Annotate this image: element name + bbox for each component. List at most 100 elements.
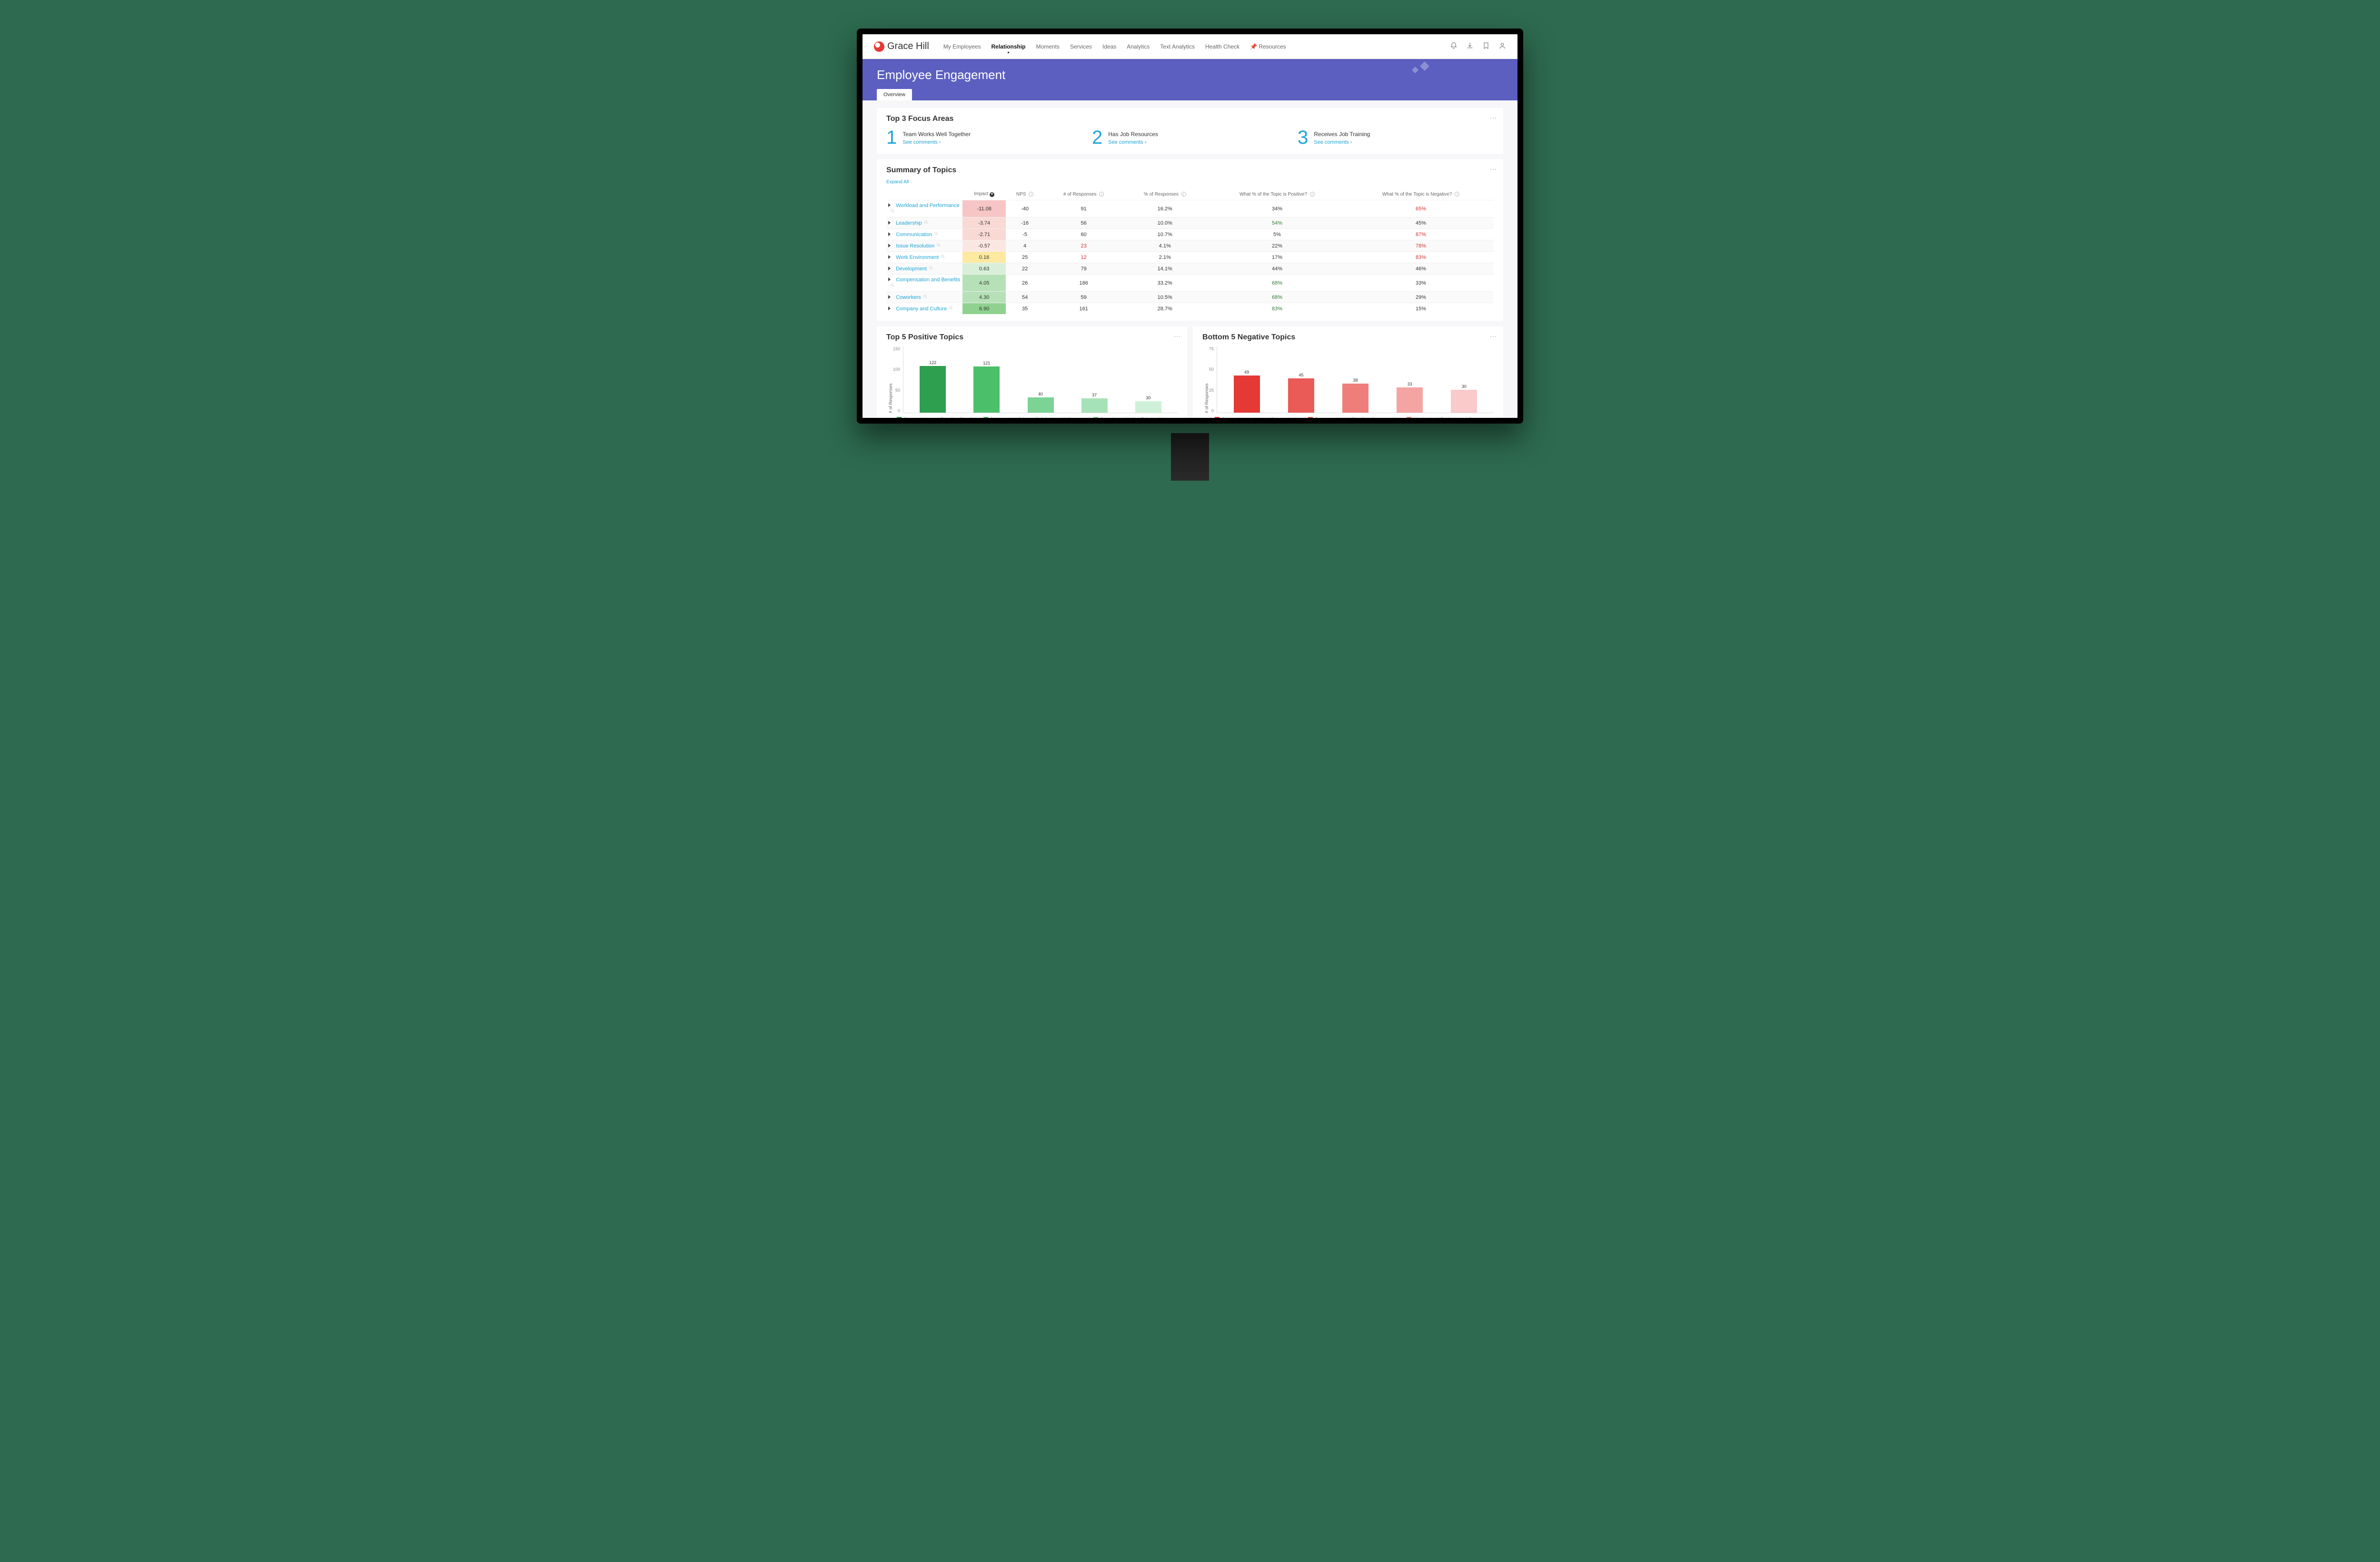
expand-row-icon[interactable] — [888, 255, 891, 259]
nav-item-ideas[interactable]: Ideas — [1102, 43, 1116, 50]
expand-row-icon[interactable] — [888, 221, 891, 225]
user-icon[interactable] — [1498, 42, 1506, 51]
expand-row-icon[interactable] — [888, 203, 891, 207]
col-header[interactable]: What % of the Topic is Positive? i — [1206, 188, 1348, 200]
table-row: Compensation and Benefits 4.05 26 186 33… — [886, 275, 1494, 292]
y-tick: 0 — [898, 408, 900, 413]
topic-link[interactable]: Compensation and Benefits — [896, 277, 960, 283]
legend-item[interactable]: Workload and Performance - Stress — [1407, 417, 1481, 418]
expand-all-link[interactable]: Expand All — [886, 179, 1494, 185]
pct-responses-cell: 10.7% — [1123, 229, 1206, 240]
legend-label: Company and Culture - Satisfaction with … — [990, 417, 1086, 418]
panel-menu-icon[interactable]: ⋮ — [1490, 166, 1497, 172]
bar[interactable]: 121 — [962, 361, 1011, 413]
col-header[interactable]: # of Responses i — [1044, 188, 1124, 200]
panel-menu-icon[interactable]: ⋮ — [1490, 333, 1497, 339]
nav-item-health-check[interactable]: Health Check — [1205, 43, 1240, 50]
topic-link[interactable]: Workload and Performance — [896, 203, 960, 208]
search-icon[interactable] — [936, 243, 941, 247]
search-icon[interactable] — [949, 306, 953, 310]
topic-link[interactable]: Company and Culture — [896, 306, 947, 312]
legend-item[interactable]: Company and Culture - Satisfaction with … — [983, 417, 1086, 418]
bar-value: 30 — [1462, 384, 1467, 389]
search-icon[interactable] — [923, 294, 928, 299]
responses-cell: 161 — [1044, 303, 1124, 315]
nav-item-services[interactable]: Services — [1070, 43, 1092, 50]
col-header[interactable]: % of Responses i — [1123, 188, 1206, 200]
col-header[interactable]: What % of the Topic is Negative? i — [1348, 188, 1494, 200]
legend-item[interactable]: Communication - Internal Communication — [1215, 417, 1300, 418]
responses-cell: 56 — [1044, 217, 1124, 229]
expand-row-icon[interactable] — [888, 277, 891, 281]
expand-row-icon[interactable] — [888, 306, 891, 310]
bar[interactable]: 30 — [1439, 384, 1489, 413]
brand-name: Grace Hill — [887, 41, 929, 52]
legend-item[interactable]: Compensation and Benefits - Compensation — [1308, 417, 1399, 418]
legend-item[interactable]: Compensation and Benefits - Benefits — [897, 417, 975, 418]
page-title: Employee Engagement — [877, 68, 1503, 82]
bookmark-icon[interactable] — [1482, 42, 1490, 51]
positive-pct-cell: 68% — [1206, 275, 1348, 292]
nav-item-text-analytics[interactable]: Text Analytics — [1160, 43, 1195, 50]
topic-link[interactable]: Issue Resolution — [896, 243, 934, 249]
col-header[interactable]: NPS i — [1006, 188, 1044, 200]
search-icon[interactable] — [890, 208, 895, 213]
topic-link[interactable]: Development — [896, 266, 927, 272]
search-icon[interactable] — [924, 220, 929, 225]
legend-label: Workload and Performance - Stress — [1413, 417, 1481, 418]
nav-item-analytics[interactable]: Analytics — [1127, 43, 1150, 50]
info-icon[interactable]: i — [1310, 192, 1315, 197]
bar[interactable]: 38 — [1330, 378, 1380, 413]
see-comments-link[interactable]: See comments › — [902, 139, 971, 145]
col-header[interactable] — [886, 188, 962, 200]
nav-item-resources[interactable]: 📌 Resources — [1250, 43, 1286, 50]
bar-value: 122 — [929, 360, 936, 365]
panel-menu-icon[interactable]: ⋮ — [1490, 115, 1497, 121]
sort-desc-icon[interactable]: ▼ — [990, 192, 994, 197]
bell-icon[interactable] — [1450, 42, 1458, 51]
search-icon[interactable] — [890, 283, 895, 287]
info-icon[interactable]: i — [1181, 192, 1186, 197]
col-header[interactable]: Impact ▼ — [962, 188, 1006, 200]
topic-link[interactable]: Coworkers — [896, 295, 921, 300]
expand-row-icon[interactable] — [888, 295, 891, 299]
see-comments-link[interactable]: See comments › — [1108, 139, 1158, 145]
topic-link[interactable]: Leadership — [896, 220, 922, 226]
info-icon[interactable]: i — [1455, 192, 1459, 197]
bar-value: 40 — [1038, 392, 1043, 396]
y-tick: 25 — [1209, 388, 1214, 393]
topic-link[interactable]: Work Environment — [896, 255, 939, 260]
see-comments-link[interactable]: See comments › — [1314, 139, 1370, 145]
main-content: ⋮ Top 3 Focus Areas 1 Team Works Well To… — [863, 100, 1517, 418]
bar[interactable]: 33 — [1385, 382, 1435, 413]
expand-row-icon[interactable] — [888, 267, 891, 270]
nav-item-moments[interactable]: Moments — [1036, 43, 1060, 50]
responses-cell: 60 — [1044, 229, 1124, 240]
bar[interactable]: 45 — [1276, 373, 1326, 413]
expand-row-icon[interactable] — [888, 232, 891, 236]
info-icon[interactable]: i — [1099, 192, 1104, 197]
y-axis-label: # of Responses — [886, 346, 893, 413]
topic-link[interactable]: Communication — [896, 232, 932, 237]
pct-responses-cell: 28.7% — [1123, 303, 1206, 315]
legend-label: Coworkers - Working Relationships — [1100, 417, 1167, 418]
brand-logo[interactable]: Grace Hill — [874, 41, 929, 52]
expand-row-icon[interactable] — [888, 244, 891, 247]
info-icon[interactable]: i — [1029, 192, 1033, 197]
bar[interactable]: 30 — [1124, 395, 1173, 413]
download-icon[interactable] — [1466, 42, 1474, 51]
nav-item-relationship[interactable]: Relationship — [992, 43, 1026, 50]
bar[interactable]: 40 — [1016, 392, 1065, 413]
legend-item[interactable]: Coworkers - Working Relationships — [1093, 417, 1167, 418]
legend-swatch — [897, 417, 902, 418]
search-icon[interactable] — [934, 231, 939, 236]
search-icon[interactable] — [941, 254, 945, 259]
bar[interactable]: 37 — [1070, 393, 1119, 413]
pct-responses-cell: 10.5% — [1123, 292, 1206, 303]
tab-overview[interactable]: Overview — [877, 89, 912, 100]
panel-menu-icon[interactable]: ⋮ — [1174, 333, 1181, 339]
bar[interactable]: 49 — [1222, 370, 1271, 413]
search-icon[interactable] — [929, 266, 933, 270]
nav-item-my-employees[interactable]: My Employees — [943, 43, 981, 50]
bar[interactable]: 122 — [908, 360, 957, 413]
